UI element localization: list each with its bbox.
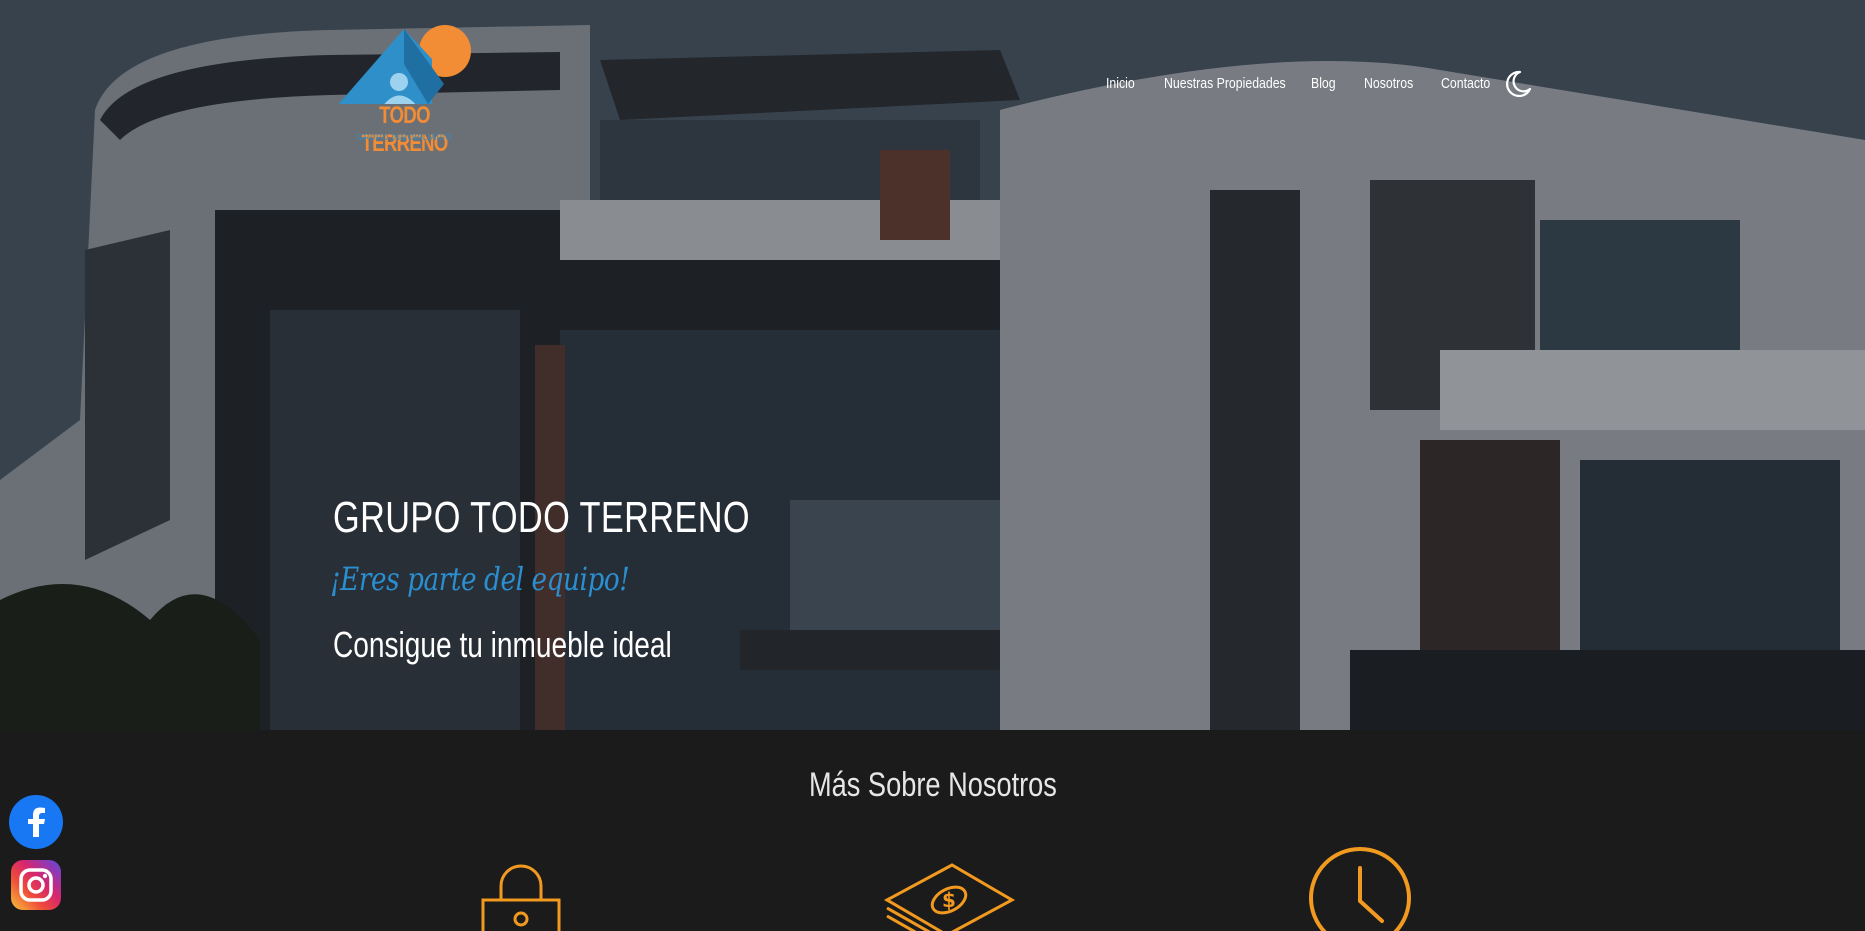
money-icon: $ — [883, 863, 1016, 931]
instagram-icon[interactable] — [11, 860, 61, 910]
svg-text:$: $ — [942, 888, 956, 912]
hero-tagline: ¡Eres parte del equipo! — [330, 560, 630, 598]
lock-icon — [481, 864, 561, 931]
clock-icon — [1309, 847, 1411, 931]
about-section: Más Sobre Nosotros $ — [0, 730, 1865, 931]
nav-inicio[interactable]: Inicio — [1106, 75, 1135, 92]
hero-overlay — [0, 0, 1865, 730]
site-logo[interactable]: TODO TERRENO GRUPO INMOBILIARIO — [332, 24, 477, 157]
nav-contacto[interactable]: Contacto — [1441, 75, 1490, 92]
hero-title: GRUPO TODO TERRENO — [333, 493, 751, 542]
facebook-icon[interactable] — [9, 795, 63, 849]
nav-blog[interactable]: Blog — [1311, 75, 1336, 92]
about-title: Más Sobre Nosotros — [808, 766, 1057, 804]
logo-subtitle: GRUPO INMOBILIARIO — [356, 133, 453, 142]
logo-title: TODO TERRENO — [361, 102, 448, 157]
nav-nosotros[interactable]: Nosotros — [1364, 75, 1413, 92]
moon-icon[interactable] — [1503, 69, 1533, 99]
hero-section — [0, 0, 1865, 730]
logo-house-icon — [338, 25, 471, 104]
hero-subtitle: Consigue tu inmueble ideal — [333, 624, 672, 665]
nav-nuestras-propiedades[interactable]: Nuestras Propiedades — [1164, 75, 1286, 92]
